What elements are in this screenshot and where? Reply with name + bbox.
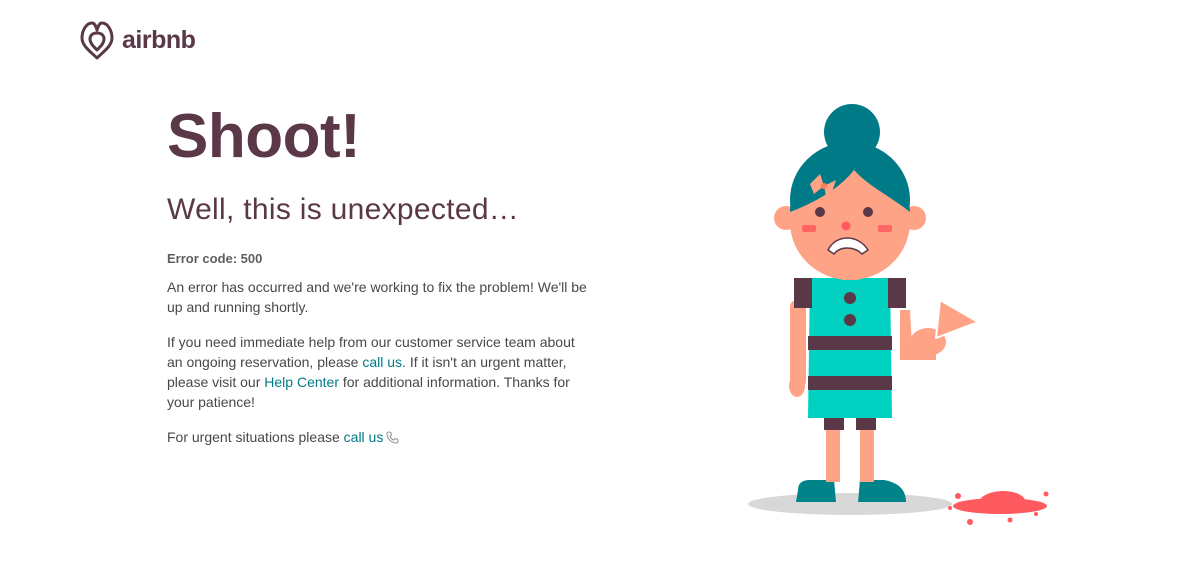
urgent-call-us-link[interactable]: call us — [344, 429, 384, 445]
ice-cream-splat-icon — [948, 490, 1049, 525]
urgent-message: For urgent situations please call us — [167, 427, 587, 449]
airbnb-belo-icon — [78, 19, 116, 61]
airbnb-logo-link[interactable]: airbnb — [78, 19, 196, 61]
logo-wordmark: airbnb — [122, 25, 196, 54]
urgent-message-text: For urgent situations please — [167, 429, 344, 445]
error-subheadline: Well, this is unexpected… — [167, 193, 520, 226]
help-center-link[interactable]: Help Center — [264, 374, 339, 390]
error-message: An error has occurred and we're working … — [167, 279, 587, 315]
error-code: Error code: 500 — [167, 251, 263, 266]
error-headline: Shoot! — [167, 102, 361, 171]
error-page: airbnb Shoot! Well, this is unexpected… … — [0, 0, 1180, 580]
ground-shadow — [748, 493, 952, 515]
phone-icon — [386, 429, 399, 449]
help-message: If you need immediate help from our cust… — [167, 332, 587, 412]
crying-girl-illustration — [740, 100, 1070, 535]
call-us-link[interactable]: call us — [362, 354, 402, 370]
error-content: Shoot! Well, this is unexpected… Error c… — [167, 98, 597, 449]
